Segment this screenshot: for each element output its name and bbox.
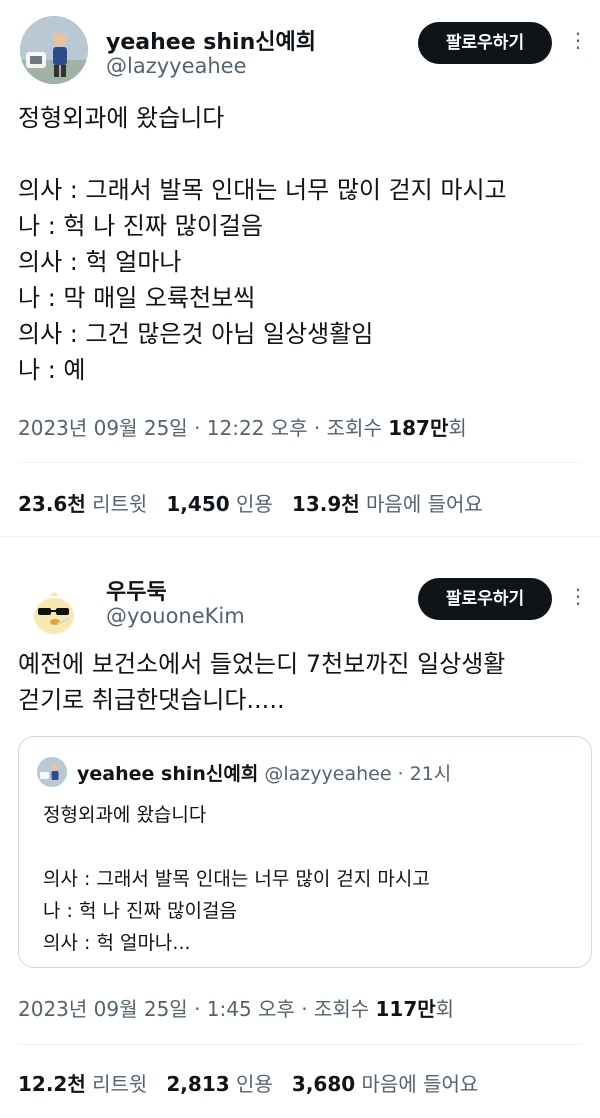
like-count[interactable]: 13.9천 (292, 492, 360, 516)
quoted-tweet[interactable]: yeahee shin신예희 @lazyyeahee · 21시 정형외과에 왔… (18, 736, 592, 968)
tweet-meta: 2023년 09월 25일 · 1:45 오후 · 조회수 117만회 (18, 993, 454, 1022)
quoted-handle-time: @lazyyeahee · 21시 (264, 763, 452, 785)
view-count: 187만 (388, 416, 449, 440)
like-label[interactable]: 마음에 들어요 (366, 492, 483, 516)
tweet-main: yeahee shin신예희 @lazyyeahee 팔로우하기 ⋮ 정형외과에… (0, 0, 600, 536)
chick-avatar-icon (24, 580, 84, 640)
tweet-text: 예전에 보건소에서 들었는디 7천보까진 일상생활 걷기로 취급한댓습니다...… (18, 650, 506, 714)
avatar[interactable] (20, 16, 88, 84)
engagement-stats: 23.6천 리트윗 1,450 인용 13.9천 마음에 들어요 (18, 488, 483, 517)
quoted-header: yeahee shin신예희 @lazyyeahee · 21시 (77, 759, 451, 786)
quoted-text: 정형외과에 왔습니다 의사 : 그래서 발목 인대는 너무 많이 걷지 마시고 … (43, 804, 430, 954)
retweet-label[interactable]: 리트윗 (92, 492, 147, 516)
quote-count[interactable]: 1,450 (166, 492, 229, 516)
retweet-count[interactable]: 12.2천 (18, 1072, 86, 1096)
more-options-icon[interactable]: ⋮ (568, 30, 588, 50)
quoted-avatar (37, 757, 67, 787)
tweet-separator (0, 536, 600, 561)
timestamp-views-label: 2023년 09월 25일 · 1:45 오후 · 조회수 (18, 997, 376, 1021)
follow-button[interactable]: 팔로우하기 (418, 578, 552, 620)
quote-count[interactable]: 2,813 (166, 1072, 229, 1096)
like-count[interactable]: 3,680 (292, 1072, 355, 1096)
display-name[interactable]: yeahee shin신예희 (106, 24, 316, 56)
more-options-icon[interactable]: ⋮ (568, 586, 588, 606)
avatar[interactable] (24, 580, 84, 640)
retweet-count[interactable]: 23.6천 (18, 492, 86, 516)
quoted-display-name: yeahee shin신예희 (77, 763, 259, 785)
user-handle[interactable]: @youoneKim (106, 604, 245, 628)
view-count-suffix: 회 (448, 416, 467, 440)
tweet-reply: 우두둑 @youoneKim 팔로우하기 ⋮ 예전에 보건소에서 들었는디 7천… (0, 560, 600, 1118)
user-handle[interactable]: @lazyyeahee (106, 54, 247, 78)
view-count-suffix: 회 (435, 997, 455, 1021)
quote-label[interactable]: 인용 (236, 1072, 273, 1096)
avatar-photo-icon (37, 757, 67, 787)
divider (18, 462, 582, 463)
timestamp-views-label: 2023년 09월 25일 · 12:22 오후 · 조회수 (18, 416, 389, 440)
quote-label[interactable]: 인용 (236, 492, 273, 516)
tweet-meta: 2023년 09월 25일 · 12:22 오후 · 조회수 187만회 (18, 412, 467, 441)
divider (18, 1044, 582, 1045)
follow-button[interactable]: 팔로우하기 (418, 22, 552, 64)
like-label[interactable]: 마음에 들어요 (362, 1072, 479, 1096)
retweet-label[interactable]: 리트윗 (92, 1072, 147, 1096)
tweet-text: 정형외과에 왔습니다 의사 : 그래서 발목 인대는 너무 많이 걷지 마시고 … (18, 104, 507, 384)
engagement-stats: 12.2천 리트윗 2,813 인용 3,680 마음에 들어요 (18, 1068, 478, 1097)
avatar-photo-icon (20, 16, 88, 84)
display-name[interactable]: 우두둑 (106, 574, 167, 606)
view-count: 117만 (375, 997, 436, 1021)
